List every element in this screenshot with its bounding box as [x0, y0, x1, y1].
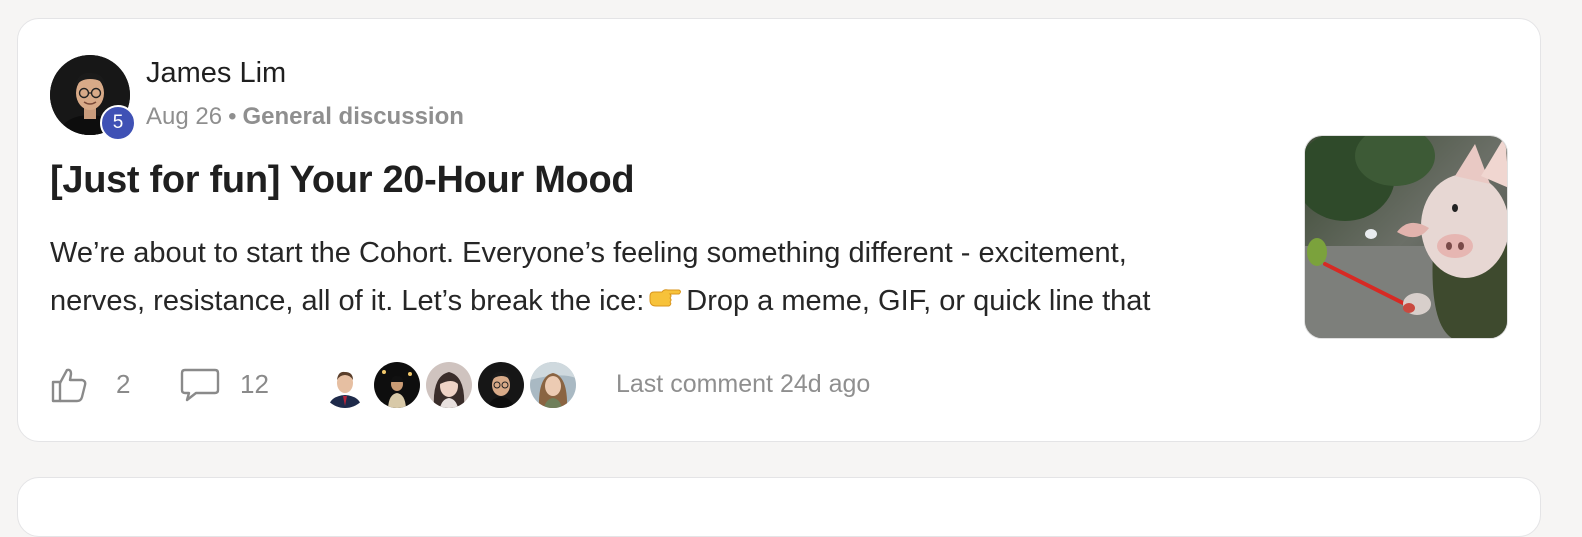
participant-avatar[interactable] — [476, 360, 526, 410]
post-footer: 2 12 Last comment 24d ago — [50, 359, 950, 410]
post-category[interactable]: General discussion — [242, 103, 463, 130]
post-meta: Aug 26 • General discussion — [146, 103, 464, 131]
speech-bubble-icon[interactable] — [180, 367, 220, 403]
comment-count: 12 — [240, 369, 269, 399]
post-date: Aug 26 — [146, 103, 223, 130]
last-comment-time: Last comment 24d ago — [616, 370, 871, 398]
post-excerpt-text-a: nerves, resistance, all of it. Let’s bre… — [50, 285, 645, 317]
like-count: 2 — [116, 369, 131, 399]
meta-separator: • — [228, 103, 237, 130]
author-avatar-group[interactable]: 5 — [50, 55, 136, 141]
participant-avatar-icon — [530, 362, 576, 408]
post-title[interactable]: [Just for fun] Your 20-Hour Mood — [50, 159, 635, 202]
participant-avatar[interactable] — [528, 360, 578, 410]
participant-avatar-icon — [322, 362, 368, 408]
author-level-badge: 5 — [100, 105, 136, 141]
post-card[interactable]: 5 James Lim Aug 26 • General discussion [J… — [17, 18, 1541, 442]
participant-avatar-icon — [426, 362, 472, 408]
author-name[interactable]: James Lim — [146, 57, 286, 90]
post-excerpt[interactable]: We’re about to start the Cohort. Everyon… — [50, 229, 1250, 328]
pig-gif-thumbnail-icon — [1305, 136, 1507, 338]
participant-avatar-icon — [374, 362, 420, 408]
post-thumbnail[interactable] — [1304, 135, 1508, 339]
post-excerpt-text-b: Drop a meme, GIF, or quick line that — [686, 285, 1151, 317]
pointing-hand-icon — [648, 280, 682, 328]
thumbs-up-icon[interactable] — [50, 366, 88, 404]
participant-avatar[interactable] — [424, 360, 474, 410]
next-post-card[interactable] — [17, 477, 1541, 537]
participant-avatar[interactable] — [372, 360, 422, 410]
post-excerpt-line-2: nerves, resistance, all of it. Let’s bre… — [50, 277, 1250, 328]
participant-avatar-icon — [478, 362, 524, 408]
post-excerpt-line-1: We’re about to start the Cohort. Everyon… — [50, 237, 1127, 269]
participant-avatar[interactable] — [320, 360, 370, 410]
